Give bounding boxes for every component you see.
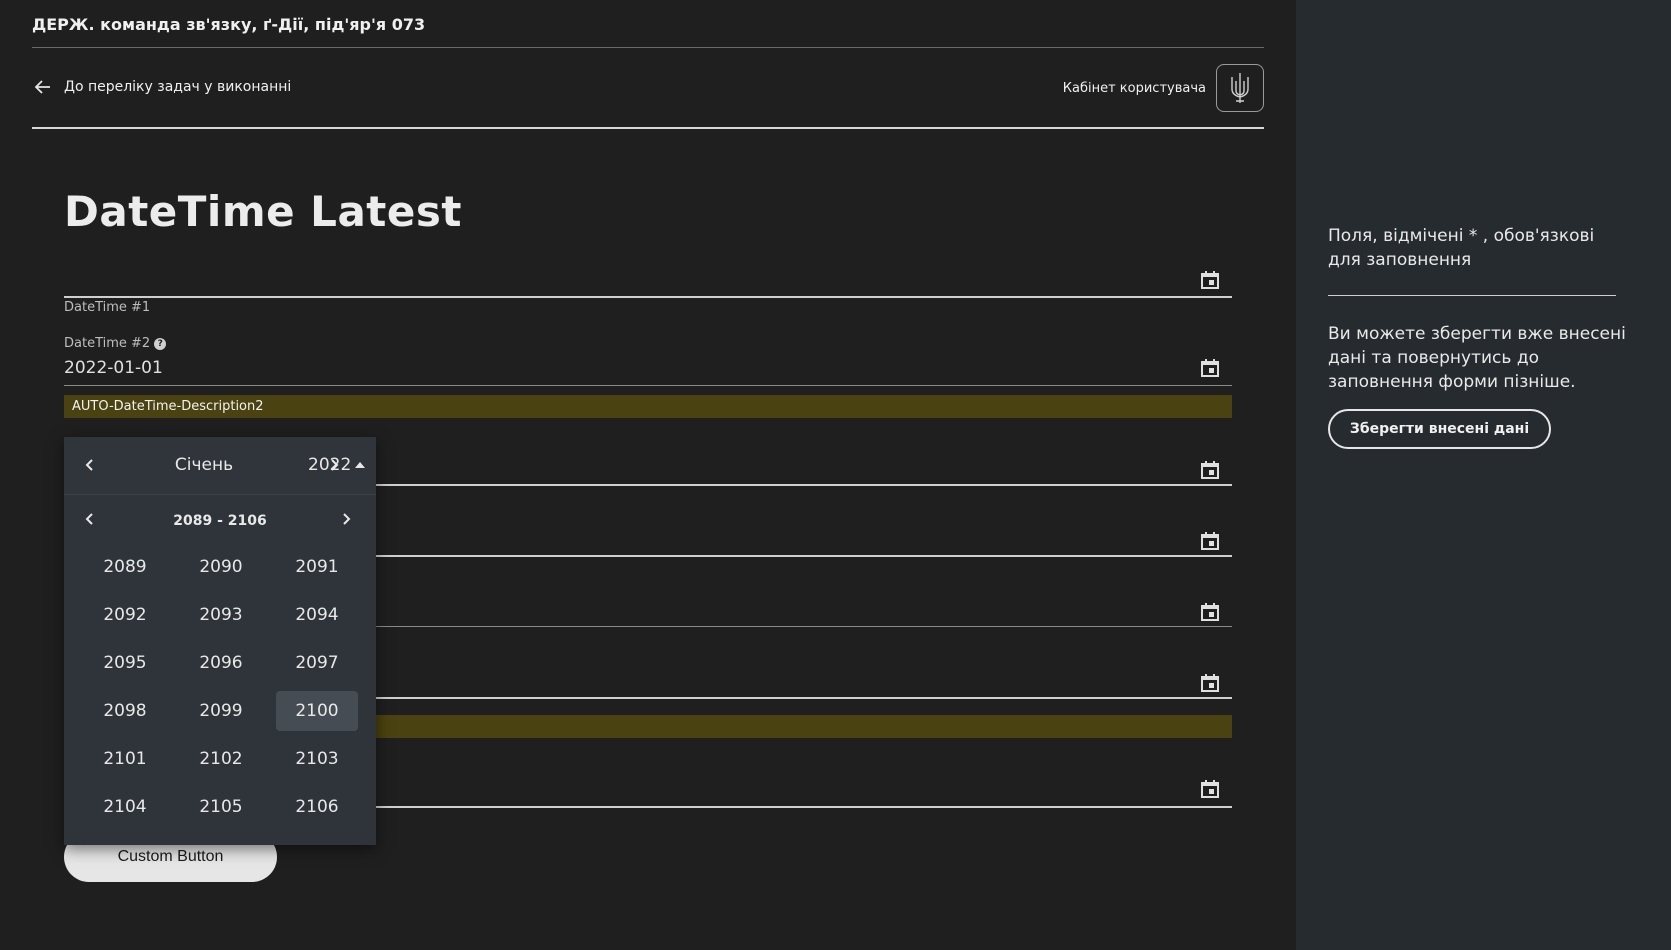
datetime1-field[interactable]	[64, 262, 1232, 300]
year-option[interactable]: 2106	[276, 787, 358, 827]
year-option[interactable]: 2099	[180, 691, 262, 731]
year-option[interactable]: 2093	[180, 595, 262, 635]
page-title: DateTime Latest	[64, 187, 462, 236]
header-divider	[32, 47, 1264, 48]
chevron-left-icon[interactable]	[82, 457, 98, 473]
year-option[interactable]: 2090	[180, 547, 262, 587]
calendar-icon[interactable]	[1200, 460, 1220, 480]
calendar-icon[interactable]	[1200, 673, 1220, 693]
datepicker-header: Січень 2022	[64, 437, 376, 495]
caret-up-icon	[355, 462, 366, 468]
datetime2-description: AUTO-DateTime-Description2	[64, 395, 1232, 418]
datetime1-label: DateTime #1	[64, 300, 150, 315]
side-panel: Поля, відмічені * , обов'язкові для запо…	[1296, 0, 1671, 950]
datetime2-field[interactable]: 2022-01-01	[64, 352, 1232, 386]
year-option[interactable]: 2104	[84, 787, 166, 827]
datetime2-description-text: AUTO-DateTime-Description2	[72, 399, 264, 414]
year-option[interactable]: 2091	[276, 547, 358, 587]
year-option[interactable]: 2089	[84, 547, 166, 587]
year-option[interactable]: 2098	[84, 691, 166, 731]
datetime2-value[interactable]: 2022-01-01	[64, 358, 163, 378]
datetime2-label: DateTime #2 ?	[64, 336, 167, 351]
datetime2-underline	[64, 385, 1232, 386]
year-option-selected[interactable]: 2100	[276, 691, 358, 731]
user-cabinet-label: Кабінет користувача	[1062, 80, 1206, 96]
user-cabinet-button[interactable]	[1216, 64, 1264, 112]
arrow-left-icon	[34, 80, 50, 94]
year-option[interactable]: 2103	[276, 739, 358, 779]
datetime1-label-text: DateTime #1	[64, 300, 151, 315]
year-option[interactable]: 2094	[276, 595, 358, 635]
datepicker-year: 2022	[308, 455, 352, 475]
save-draft-text: Ви можете зберегти вже внесені дані та п…	[1328, 324, 1626, 392]
datetime2-label-text: DateTime #2	[64, 336, 151, 351]
year-option[interactable]: 2102	[180, 739, 262, 779]
organization-title: ДЕРЖ. команда зв'язку, ґ-Дії, під'яр'я 0…	[32, 15, 426, 34]
calendar-icon[interactable]	[1200, 358, 1220, 378]
calendar-icon[interactable]	[1200, 270, 1220, 290]
datepicker-popover: Січень 2022 2089 - 2106 2089 2090 2091 2…	[64, 437, 376, 845]
chevron-right-icon[interactable]	[338, 511, 354, 527]
year-option[interactable]: 2092	[84, 595, 166, 635]
calendar-icon[interactable]	[1200, 779, 1220, 799]
year-option[interactable]: 2101	[84, 739, 166, 779]
datepicker-month[interactable]: Січень	[154, 455, 254, 475]
help-icon[interactable]: ?	[154, 337, 167, 350]
year-option[interactable]: 2105	[180, 787, 262, 827]
header-bottom-divider	[32, 127, 1264, 129]
year-option[interactable]: 2097	[276, 643, 358, 683]
datepicker-year-toggle[interactable]: 2022	[308, 455, 366, 475]
save-draft-button[interactable]: Зберегти внесені дані	[1328, 409, 1551, 449]
chevron-left-icon[interactable]	[82, 511, 98, 527]
main-content: ДЕРЖ. команда зв'язку, ґ-Дії, під'яр'я 0…	[0, 0, 1296, 950]
back-link-label: До переліку задач у виконанні	[64, 79, 292, 95]
year-option[interactable]: 2096	[180, 643, 262, 683]
user-cabinet[interactable]: Кабінет користувача	[1063, 64, 1264, 112]
back-link[interactable]: До переліку задач у виконанні	[32, 76, 291, 98]
side-panel-divider	[1328, 295, 1616, 296]
datetime1-underline	[64, 296, 1232, 298]
datepicker-year-range: 2089 - 2106	[173, 513, 267, 529]
datepicker-year-grid: 2089 2090 2091 2092 2093 2094 2095 2096 …	[84, 543, 372, 831]
year-option[interactable]: 2095	[84, 643, 166, 683]
calendar-icon[interactable]	[1200, 602, 1220, 622]
trident-icon	[1231, 73, 1249, 103]
required-fields-note: Поля, відмічені * , обов'язкові для запо…	[1328, 226, 1595, 270]
calendar-icon[interactable]	[1200, 531, 1220, 551]
